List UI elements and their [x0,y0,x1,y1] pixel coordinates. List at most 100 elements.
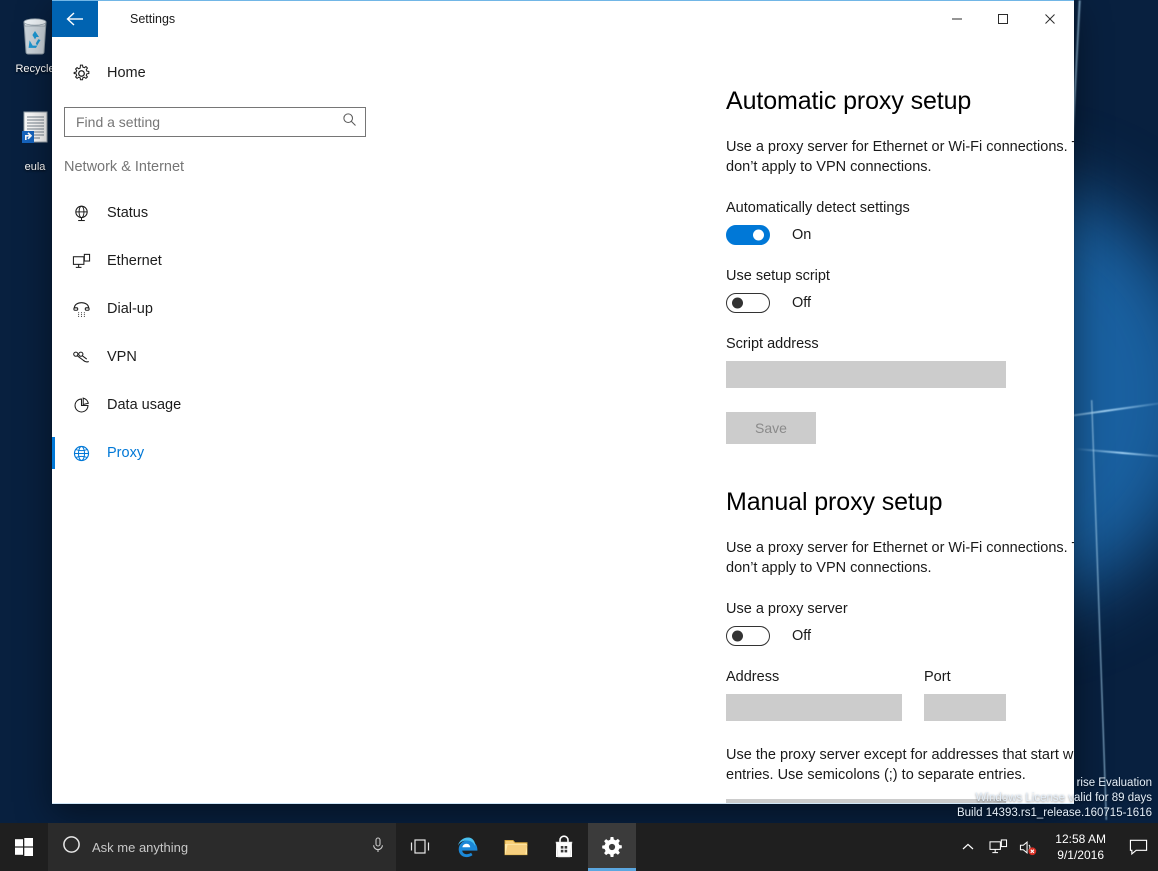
use-proxy-server-toggle[interactable] [726,626,770,646]
globe-icon [64,444,98,463]
save-button[interactable]: Save [726,412,816,444]
sidebar-item-label: Dial-up [98,301,153,317]
maximize-button[interactable] [980,1,1026,37]
store-button[interactable] [540,823,588,871]
back-button[interactable] [52,1,98,37]
sidebar-item-ethernet[interactable]: Ethernet [52,237,382,285]
sidebar-item-dial-up[interactable]: Dial-up [52,285,382,333]
address-label: Address [726,669,902,685]
window-title: Settings [98,1,934,37]
watermark-line-2: Windows License valid for 89 days [957,791,1152,806]
window-title-bar: Settings [52,0,1074,37]
search-icon[interactable] [342,112,357,132]
edge-button[interactable] [444,823,492,871]
edge-icon [455,834,481,860]
task-view-icon [409,838,431,856]
tray-chevron-up-button[interactable] [953,823,983,871]
auto-detect-toggle-row: On [726,225,1074,245]
watermark-line-3: Build 14393.rs1_release.160715-1616 [957,806,1152,821]
gear-icon [601,836,623,858]
network-icon [989,839,1008,856]
use-proxy-server-state: Off [792,628,811,644]
windows-logo-icon [14,837,34,857]
use-setup-script-toggle-row: Off [726,293,1074,313]
windows-evaluation-watermark: rise Evaluation Windows License valid fo… [957,776,1152,821]
sidebar-item-label: Status [98,205,148,221]
vpn-icon [64,348,98,367]
script-address-input[interactable] [726,361,1006,388]
start-button[interactable] [0,823,48,871]
gear-icon [64,64,98,83]
address-input[interactable] [726,694,902,721]
cortana-search-input[interactable]: Ask me anything [92,840,359,855]
action-center-icon [1129,838,1148,856]
clock-date: 9/1/2016 [1057,847,1104,863]
address-port-row: Address Port [726,669,1074,721]
microphone-icon[interactable] [370,836,386,859]
port-field-group: Port [924,669,1006,721]
settings-taskbar-button[interactable] [588,823,636,871]
use-setup-script-toggle[interactable] [726,293,770,313]
tray-volume-button[interactable] [1013,823,1043,871]
minimize-icon [951,13,963,25]
clock[interactable]: 12:58 AM 9/1/2016 [1043,823,1118,871]
tray-network-button[interactable] [983,823,1013,871]
task-view-button[interactable] [396,823,444,871]
sidebar-item-label: Proxy [98,445,144,461]
desktop-icon-label: eula [25,161,46,173]
ethernet-icon [64,252,98,271]
sidebar-item-proxy[interactable]: Proxy [52,429,382,477]
system-tray: 12:58 AM 9/1/2016 [953,823,1158,871]
auto-detect-state: On [792,227,811,243]
sidebar-item-data-usage[interactable]: Data usage [52,381,382,429]
maximize-icon [997,13,1009,25]
watermark-line-1: rise Evaluation [957,776,1152,791]
window-body: Home Network & Internet [52,37,1074,803]
action-center-button[interactable] [1118,823,1158,871]
auto-detect-label: Automatically detect settings [726,200,1074,216]
sidebar-item-label: Data usage [98,397,181,413]
auto-detect-toggle[interactable] [726,225,770,245]
clock-time: 12:58 AM [1055,831,1106,847]
search-container [52,101,382,137]
manual-proxy-title: Manual proxy setup [726,488,1074,517]
automatic-proxy-title: Automatic proxy setup [726,87,1074,116]
back-arrow-icon [65,11,85,27]
volume-muted-icon [1018,839,1038,856]
manual-proxy-description: Use a proxy server for Ethernet or Wi-Fi… [726,538,1074,578]
taskbar: Ask me anything [0,823,1158,871]
port-label: Port [924,669,1006,685]
settings-content-pane: Automatic proxy setup Use a proxy server… [382,37,1074,803]
cortana-circle-icon [62,835,81,859]
close-icon [1044,13,1056,25]
sidebar-item-label: Home [98,65,146,81]
sidebar-item-label: VPN [98,349,137,365]
automatic-proxy-description: Use a proxy server for Ethernet or Wi-Fi… [726,137,1074,177]
use-setup-script-label: Use setup script [726,268,1074,284]
desktop-icon-label: Recycle [15,63,54,75]
address-field-group: Address [726,669,902,721]
sidebar-item-vpn[interactable]: VPN [52,333,382,381]
close-button[interactable] [1026,1,1074,37]
use-proxy-server-toggle-row: Off [726,626,1074,646]
cortana-search-box[interactable]: Ask me anything [48,823,396,871]
minimize-button[interactable] [934,1,980,37]
sidebar-category-label: Network & Internet [52,137,382,189]
settings-sidebar: Home Network & Internet [52,37,382,803]
script-address-label: Script address [726,336,1074,352]
search-box[interactable] [64,107,366,137]
chevron-up-icon [961,841,975,853]
sidebar-item-label: Ethernet [98,253,162,269]
use-setup-script-state: Off [792,295,811,311]
pie-chart-icon [64,396,98,415]
file-explorer-button[interactable] [492,823,540,871]
sidebar-item-status[interactable]: Status [52,189,382,237]
search-input[interactable] [76,114,342,130]
port-input[interactable] [924,694,1006,721]
store-bag-icon [553,835,575,859]
use-proxy-server-label: Use a proxy server [726,601,1074,617]
phone-icon [64,300,98,319]
globe-monitor-icon [64,204,98,223]
sidebar-item-home[interactable]: Home [52,51,382,95]
folder-icon [503,836,529,858]
